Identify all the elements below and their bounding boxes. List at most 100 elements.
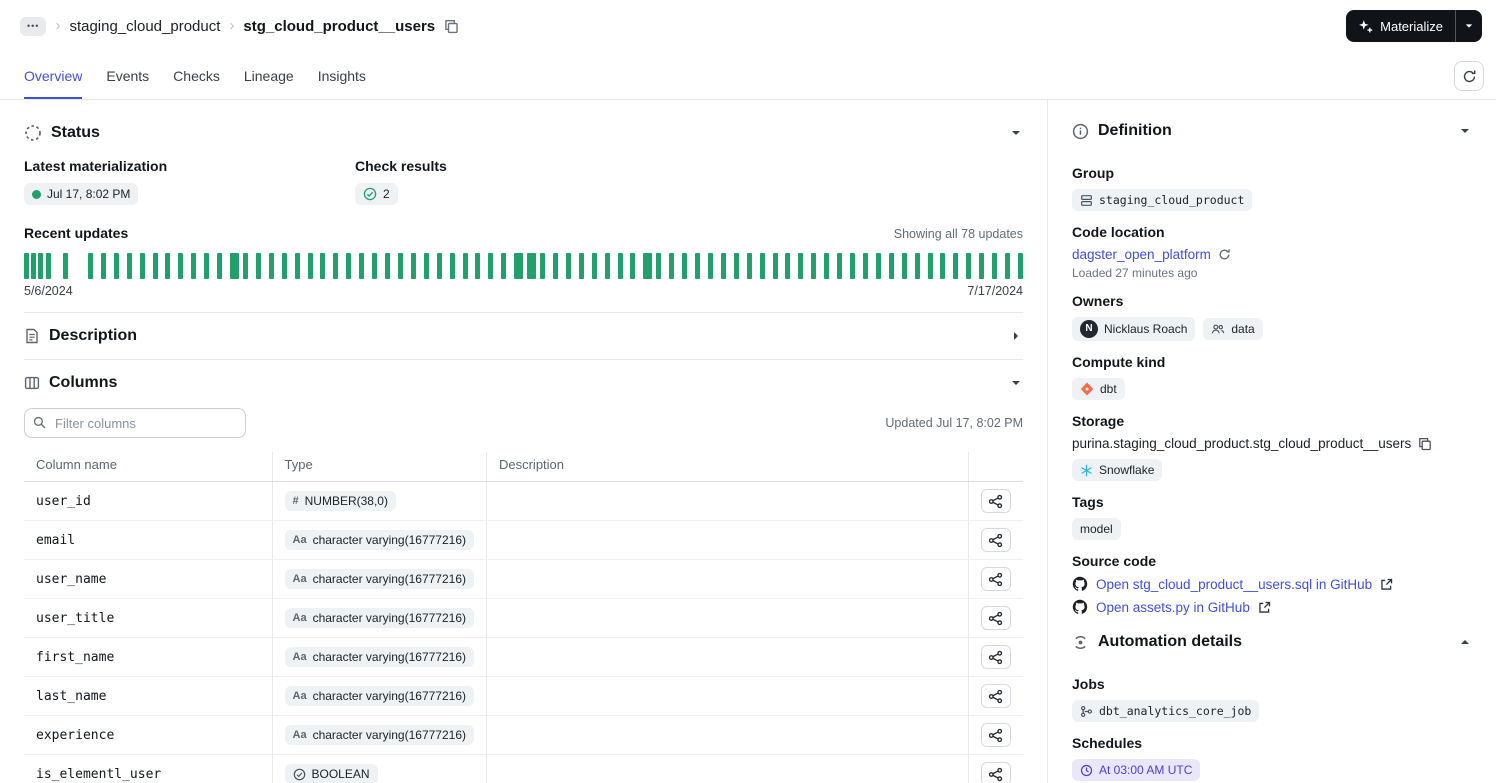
- column-description-cell: [485, 676, 968, 716]
- description-section-header[interactable]: Description: [24, 313, 1023, 359]
- source-code-link[interactable]: Open stg_cloud_product__users.sql in Git…: [1096, 577, 1372, 592]
- job-badge[interactable]: dbt_analytics_core_job: [1072, 700, 1260, 722]
- automation-section-header[interactable]: Automation details: [1072, 621, 1472, 663]
- latest-materialization-badge[interactable]: Jul 17, 8:02 PM: [24, 183, 139, 205]
- check-results-field: Check results 2: [355, 158, 686, 205]
- columns-table: Column name Type Description user_id # NU…: [24, 452, 1023, 783]
- column-action-cell: [967, 676, 1023, 716]
- compute-kind-value: dbt: [1100, 382, 1117, 396]
- refresh-button[interactable]: [1454, 61, 1484, 91]
- latest-materialization-label: Latest materialization: [24, 158, 168, 174]
- view-column-lineage-button[interactable]: [980, 762, 1011, 783]
- breadcrumb-group-link[interactable]: staging_cloud_product: [69, 18, 220, 35]
- column-row: experience Aa character varying(16777216): [24, 715, 1023, 755]
- column-name-cell: user_title: [24, 598, 272, 638]
- columns-table-head: Column name Type Description: [24, 452, 1023, 482]
- update-tick: [24, 253, 29, 279]
- owner-team-badge[interactable]: data: [1203, 318, 1263, 340]
- update-tick: [540, 253, 546, 279]
- storage-value: purina.staging_cloud_product.stg_cloud_p…: [1072, 436, 1412, 451]
- text-type-icon: Aa: [292, 573, 307, 585]
- recent-updates-timeline[interactable]: [24, 252, 1023, 280]
- chevron-separator-icon: ›: [229, 16, 235, 34]
- update-tick: [927, 253, 933, 279]
- copy-storage-icon[interactable]: [1418, 437, 1432, 451]
- column-action-cell: [967, 481, 1023, 521]
- latest-materialization-value: Jul 17, 8:02 PM: [47, 187, 131, 201]
- update-tick: [552, 253, 558, 279]
- filter-columns-box: [24, 408, 246, 438]
- columns-section-header[interactable]: Columns: [24, 360, 1023, 406]
- column-action-cell: [967, 715, 1023, 755]
- type-badge: Aa character varying(16777216): [284, 686, 474, 706]
- tab-events[interactable]: Events: [106, 52, 149, 99]
- update-tick: [217, 253, 223, 279]
- copy-asset-name-icon[interactable]: [444, 19, 459, 34]
- column-name-cell: user_id: [24, 481, 272, 521]
- source-link-row: Open assets.py in GitHub: [1072, 599, 1472, 615]
- view-column-lineage-button[interactable]: [980, 567, 1011, 591]
- update-tick: [617, 253, 623, 279]
- reload-location-icon[interactable]: [1218, 248, 1231, 261]
- chevron-separator-icon: ›: [55, 16, 61, 34]
- source-code-label: Source code: [1072, 553, 1157, 569]
- tab-lineage[interactable]: Lineage: [244, 52, 294, 99]
- view-column-lineage-button[interactable]: [980, 645, 1011, 669]
- tab-insights[interactable]: Insights: [318, 52, 366, 99]
- update-tick: [837, 253, 843, 279]
- status-section-header[interactable]: Status: [24, 110, 1023, 156]
- breadcrumb: ••• › staging_cloud_product › stg_cloud_…: [20, 16, 459, 36]
- column-row: first_name Aa character varying(16777216): [24, 637, 1023, 677]
- source-links: Open stg_cloud_product__users.sql in Git…: [1072, 576, 1472, 615]
- view-column-lineage-button[interactable]: [980, 684, 1011, 708]
- update-tick: [720, 253, 726, 279]
- github-icon: [1072, 599, 1088, 615]
- people-icon: [1211, 322, 1225, 336]
- update-tick: [229, 253, 239, 279]
- schedule-badge[interactable]: At 03:00 AM UTC: [1072, 759, 1201, 781]
- update-tick: [695, 253, 701, 279]
- column-action-cell: [967, 520, 1023, 560]
- view-column-lineage-button[interactable]: [980, 528, 1011, 552]
- view-column-lineage-button[interactable]: [980, 723, 1011, 747]
- view-column-lineage-button[interactable]: [980, 489, 1011, 513]
- code-location-link[interactable]: dagster_open_platform: [1072, 247, 1211, 262]
- description-icon: [24, 328, 40, 344]
- tab-overview[interactable]: Overview: [24, 52, 83, 99]
- tag-badge[interactable]: model: [1072, 518, 1121, 540]
- update-tick: [1018, 253, 1023, 279]
- filter-columns-input[interactable]: [24, 408, 246, 438]
- update-tick: [643, 253, 653, 279]
- column-description-cell: [485, 520, 968, 560]
- view-column-lineage-button[interactable]: [980, 606, 1011, 630]
- update-tick: [630, 253, 636, 279]
- storage-kind-badge[interactable]: Snowflake: [1072, 459, 1163, 481]
- group-badge-label: staging_cloud_product: [1099, 193, 1245, 207]
- column-action-cell: [967, 598, 1023, 638]
- tab-checks[interactable]: Checks: [173, 52, 220, 99]
- source-code-link[interactable]: Open assets.py in GitHub: [1096, 600, 1250, 615]
- update-tick: [100, 253, 106, 279]
- sparkle-icon: [1358, 19, 1373, 34]
- materialize-button[interactable]: Materialize: [1346, 10, 1455, 42]
- compute-kind-badge[interactable]: dbt: [1072, 378, 1125, 400]
- definition-section-header[interactable]: Definition: [1072, 110, 1472, 152]
- lineage-icon: [988, 494, 1003, 509]
- column-name-cell: user_name: [24, 559, 272, 599]
- materialize-dropdown-button[interactable]: [1455, 10, 1482, 42]
- external-link-icon: [1380, 578, 1393, 591]
- update-tick: [578, 253, 584, 279]
- update-tick: [436, 253, 442, 279]
- columns-section-title: Columns: [49, 374, 118, 391]
- description-header: Description: [485, 452, 968, 482]
- update-tick: [488, 253, 494, 279]
- group-badge[interactable]: staging_cloud_product: [1072, 189, 1253, 211]
- owner-user-badge[interactable]: N Nicklaus Roach: [1072, 317, 1196, 341]
- breadcrumb-root-button[interactable]: •••: [20, 16, 47, 36]
- owners-list: N Nicklaus Roach data: [1072, 317, 1472, 341]
- column-name-cell: email: [24, 520, 272, 560]
- refresh-icon: [1462, 69, 1477, 84]
- update-tick: [475, 253, 481, 279]
- update-tick: [940, 253, 946, 279]
- check-results-badge[interactable]: 2: [355, 183, 398, 205]
